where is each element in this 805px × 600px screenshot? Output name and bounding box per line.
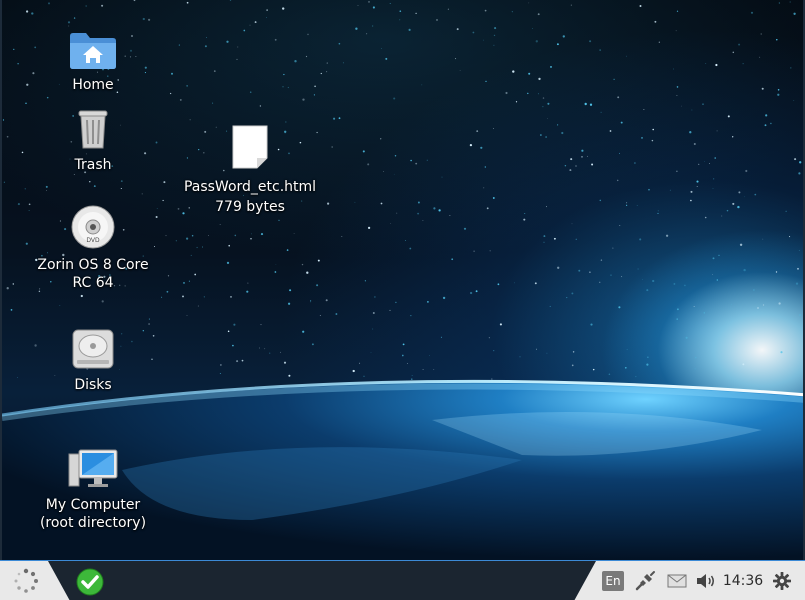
- network-tray-button[interactable]: [630, 561, 660, 600]
- icon-label: Home: [72, 77, 114, 93]
- desktop-icon-optical-disc[interactable]: DVD Zorin OS 8 Core RC 64: [28, 202, 158, 292]
- taskbar-app-area: [48, 561, 596, 600]
- computer-icon: [67, 442, 119, 490]
- desktop-icon-home[interactable]: Home: [28, 22, 158, 94]
- trash-icon: [67, 102, 119, 150]
- desktop-background: Home Trash DVD Zorin OS 8 Core RC 64 Dis…: [0, 0, 805, 560]
- desktop-icon-trash[interactable]: Trash: [28, 102, 158, 174]
- clock-button[interactable]: 14:36: [718, 561, 768, 600]
- mail-icon: [667, 574, 687, 588]
- settings-tray-button[interactable]: [768, 561, 796, 600]
- green-check-icon: [76, 568, 104, 596]
- spinner-logo-icon: [14, 568, 38, 593]
- language-badge: En: [602, 571, 624, 591]
- optical-disc-icon: DVD: [67, 202, 119, 250]
- html-file-icon: [224, 122, 276, 170]
- start-menu-button[interactable]: [0, 561, 52, 600]
- icon-label: Zorin OS 8 Core RC 64: [37, 257, 149, 291]
- desktop-icon-disks[interactable]: Disks: [28, 322, 158, 394]
- volume-tray-button[interactable]: [694, 561, 718, 600]
- volume-icon: [697, 574, 714, 588]
- clock-time: 14:36: [722, 573, 764, 589]
- icon-label: My Computer (root directory): [39, 497, 147, 531]
- system-tray: En 14:36: [596, 561, 805, 600]
- keyboard-layout-indicator[interactable]: En: [596, 561, 630, 600]
- gear-icon: [773, 572, 791, 590]
- hard-disk-icon: [67, 322, 119, 370]
- file-name: PassWord_etc.html: [183, 179, 317, 195]
- file-size: 779 bytes: [215, 199, 285, 215]
- mail-tray-button[interactable]: [660, 561, 694, 600]
- taskbar: En 14:36: [0, 560, 805, 600]
- home-folder-icon: [67, 22, 119, 70]
- taskbar-app-button[interactable]: [74, 567, 106, 597]
- desktop-icon-my-computer[interactable]: My Computer (root directory): [28, 442, 158, 532]
- svg-text:DVD: DVD: [86, 237, 100, 244]
- desktop-file-password-etc[interactable]: PassWord_etc.html 779 bytes: [183, 122, 317, 216]
- network-cable-icon: [635, 571, 655, 591]
- icon-label: Disks: [74, 377, 112, 393]
- icon-label: Trash: [74, 157, 112, 173]
